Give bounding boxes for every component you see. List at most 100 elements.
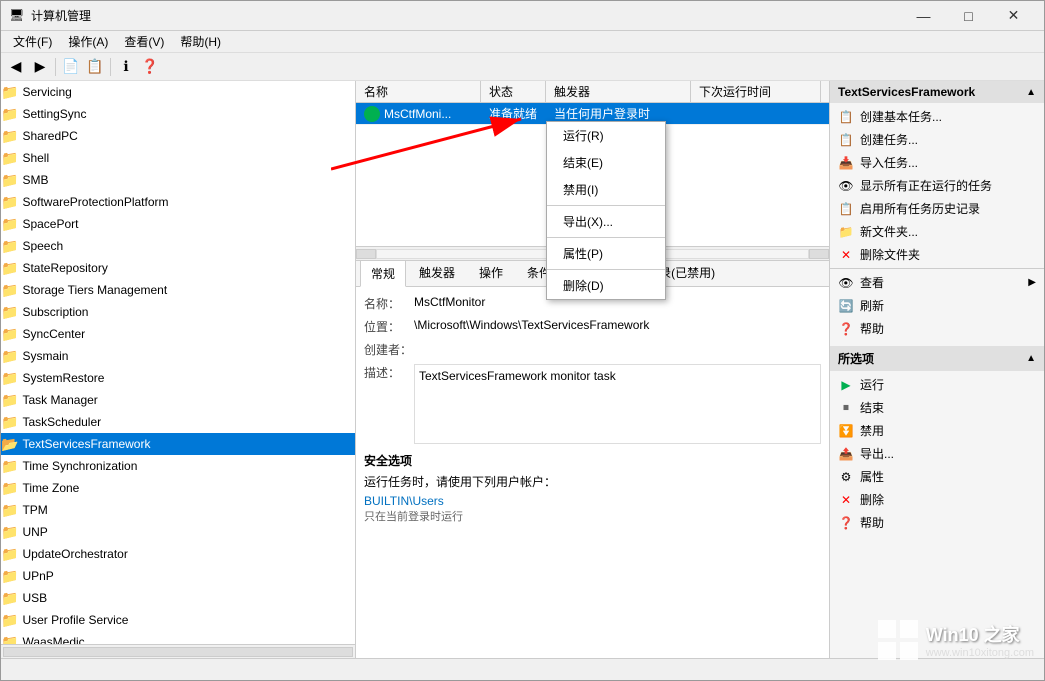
sidebar-item-smb[interactable]: 📁 SMB xyxy=(1,169,355,191)
win10-watermark: Win10 之家 www.win10xitong.com xyxy=(878,620,1034,660)
sidebar-item-tpm[interactable]: 📁 TPM xyxy=(1,499,355,521)
col-status[interactable]: 状态 xyxy=(481,81,546,102)
sidebar-item-softwareprotection[interactable]: 📁 SoftwareProtectionPlatform xyxy=(1,191,355,213)
maximize-button[interactable]: □ xyxy=(946,1,991,31)
task-list-header: 名称 状态 触发器 下次运行时间 上次运行时间 xyxy=(356,81,829,103)
view-icon: 👁 xyxy=(838,275,854,291)
action-end[interactable]: ⏹ 结束 xyxy=(830,396,1044,419)
minimize-button[interactable]: — xyxy=(901,1,946,31)
back-button[interactable]: ◀ xyxy=(5,56,27,78)
status-icon xyxy=(364,106,380,122)
sidebar-item-spaceport[interactable]: 📁 SpacePort xyxy=(1,213,355,235)
folder-icon: 📁 xyxy=(1,502,18,519)
sidebar-item-sysmain[interactable]: 📁 Sysmain xyxy=(1,345,355,367)
sidebar-item-textservices[interactable]: 📂 TextServicesFramework xyxy=(1,433,355,455)
sidebar-item-sharedpc[interactable]: 📁 SharedPC xyxy=(1,125,355,147)
action-view[interactable]: 👁 查看 ▶ xyxy=(830,271,1044,294)
properties-button[interactable]: ℹ xyxy=(115,56,137,78)
action-refresh[interactable]: 🔄 刷新 xyxy=(830,294,1044,317)
sidebar-item-settingsync[interactable]: 📁 SettingSync xyxy=(1,103,355,125)
sidebar-item-synccenter[interactable]: 📁 SyncCenter xyxy=(1,323,355,345)
context-menu: 运行(R) 结束(E) 禁用(I) 导出(X)... 属性(P) 删除(D) xyxy=(546,121,666,300)
sidebar-item-subscription[interactable]: 📁 Subscription xyxy=(1,301,355,323)
sidebar-item-shell[interactable]: 📁 Shell xyxy=(1,147,355,169)
sidebar-item-speech[interactable]: 📁 Speech xyxy=(1,235,355,257)
action-export[interactable]: 📤 导出... xyxy=(830,442,1044,465)
sidebar-item-systemrestore[interactable]: 📁 SystemRestore xyxy=(1,367,355,389)
ctx-end[interactable]: 结束(E) xyxy=(547,149,665,176)
menu-bar: 文件(F) 操作(A) 查看(V) 帮助(H) xyxy=(1,31,1044,53)
sidebar-item-usb[interactable]: 📁 USB xyxy=(1,587,355,609)
sidebar-item-updateorchestrator[interactable]: 📁 UpdateOrchestrator xyxy=(1,543,355,565)
sidebar-item-storagetiers[interactable]: 📁 Storage Tiers Management xyxy=(1,279,355,301)
enable-history-icon: 📋 xyxy=(838,201,854,217)
menu-file[interactable]: 文件(F) xyxy=(5,31,60,52)
right-top-actions: 📋 创建基本任务... 📋 创建任务... 📥 导入任务... 👁 显示所有正在… xyxy=(830,103,1044,342)
action-run[interactable]: ▶ 运行 xyxy=(830,373,1044,396)
disable-icon: ⏬ xyxy=(838,423,854,439)
menu-help[interactable]: 帮助(H) xyxy=(172,31,229,52)
ctx-run[interactable]: 运行(R) xyxy=(547,122,665,149)
action-import-task[interactable]: 📥 导入任务... xyxy=(830,151,1044,174)
col-trigger[interactable]: 触发器 xyxy=(546,81,691,102)
action-help-top[interactable]: ❓ 帮助 xyxy=(830,317,1044,340)
action-enable-history[interactable]: 📋 启用所有任务历史记录 xyxy=(830,197,1044,220)
sidebar-item-upnp[interactable]: 📁 UPnP xyxy=(1,565,355,587)
ctx-delete[interactable]: 删除(D) xyxy=(547,272,665,299)
right-bottom-actions: ▶ 运行 ⏹ 结束 ⏬ 禁用 📤 导出... ⚙ 属性 xyxy=(830,371,1044,536)
menu-view[interactable]: 查看(V) xyxy=(116,31,172,52)
ctx-export[interactable]: 导出(X)... xyxy=(547,208,665,235)
create-task-icon: 📋 xyxy=(838,132,854,148)
tab-triggers[interactable]: 触发器 xyxy=(408,261,466,286)
sidebar-item-unp[interactable]: 📁 UNP xyxy=(1,521,355,543)
sidebar-item-waasmedic[interactable]: 📁 WaasMedic xyxy=(1,631,355,644)
action-show-running[interactable]: 👁 显示所有正在运行的任务 xyxy=(830,174,1044,197)
menu-action[interactable]: 操作(A) xyxy=(60,31,116,52)
folder-icon: 📁 xyxy=(1,84,18,101)
action-create-task[interactable]: 📋 创建任务... xyxy=(830,128,1044,151)
create-basic-icon: 📋 xyxy=(838,109,854,125)
detail-content: 名称： MsCtfMonitor 位置： \Microsoft\Windows\… xyxy=(356,287,829,658)
col-name[interactable]: 名称 xyxy=(356,81,481,102)
show-hide-button[interactable]: 📋 xyxy=(84,56,106,78)
action-delete[interactable]: ✕ 删除 xyxy=(830,488,1044,511)
action-new-folder[interactable]: 📁 新文件夹... xyxy=(830,220,1044,243)
properties-icon: ⚙ xyxy=(838,469,854,485)
sidebar-item-taskmanager[interactable]: 📁 Task Manager xyxy=(1,389,355,411)
col-next-run[interactable]: 下次运行时间 xyxy=(691,81,821,102)
run-icon: ▶ xyxy=(838,377,854,393)
help-toolbar-button[interactable]: ❓ xyxy=(139,56,161,78)
folder-icon: 📁 xyxy=(1,370,18,387)
tab-general[interactable]: 常规 xyxy=(360,261,406,287)
sidebar-item-userprofile[interactable]: 📁 User Profile Service xyxy=(1,609,355,631)
ctx-properties[interactable]: 属性(P) xyxy=(547,240,665,267)
right-bottom-title: 所选项 ▲ xyxy=(830,346,1044,371)
action-help-bottom[interactable]: ❓ 帮助 xyxy=(830,511,1044,534)
folder-icon: 📁 xyxy=(1,304,18,321)
action-properties[interactable]: ⚙ 属性 xyxy=(830,465,1044,488)
action-disable[interactable]: ⏬ 禁用 xyxy=(830,419,1044,442)
folder-icon: 📁 xyxy=(1,194,18,211)
help-icon-bottom: ❓ xyxy=(838,515,854,531)
ctx-disable[interactable]: 禁用(I) xyxy=(547,176,665,203)
sidebar-item-staterepository[interactable]: 📁 StateRepository xyxy=(1,257,355,279)
col-last-run[interactable]: 上次运行时间 xyxy=(821,81,829,102)
folder-icon: 📁 xyxy=(1,282,18,299)
sidebar-item-servicing[interactable]: 📁 Servicing xyxy=(1,81,355,103)
detail-creator-row: 创建者： xyxy=(364,341,821,358)
sidebar-item-timesync[interactable]: 📁 Time Synchronization xyxy=(1,455,355,477)
folder-icon: 📁 xyxy=(1,238,18,255)
action-delete-folder[interactable]: ✕ 删除文件夹 xyxy=(830,243,1044,266)
action-create-basic-task[interactable]: 📋 创建基本任务... xyxy=(830,105,1044,128)
sidebar-item-timezone[interactable]: 📁 Time Zone xyxy=(1,477,355,499)
close-button[interactable]: ✕ xyxy=(991,1,1036,31)
show-running-icon: 👁 xyxy=(838,178,854,194)
folder-icon: 📁 xyxy=(1,480,18,497)
forward-button[interactable]: ▶ xyxy=(29,56,51,78)
up-button[interactable]: 📄 xyxy=(60,56,82,78)
help-icon-top: ❓ xyxy=(838,321,854,337)
right-top-title: TextServicesFramework ▲ xyxy=(830,81,1044,103)
end-icon: ⏹ xyxy=(838,400,854,416)
sidebar-item-taskscheduler[interactable]: 📁 TaskScheduler xyxy=(1,411,355,433)
tab-actions[interactable]: 操作 xyxy=(468,261,514,286)
